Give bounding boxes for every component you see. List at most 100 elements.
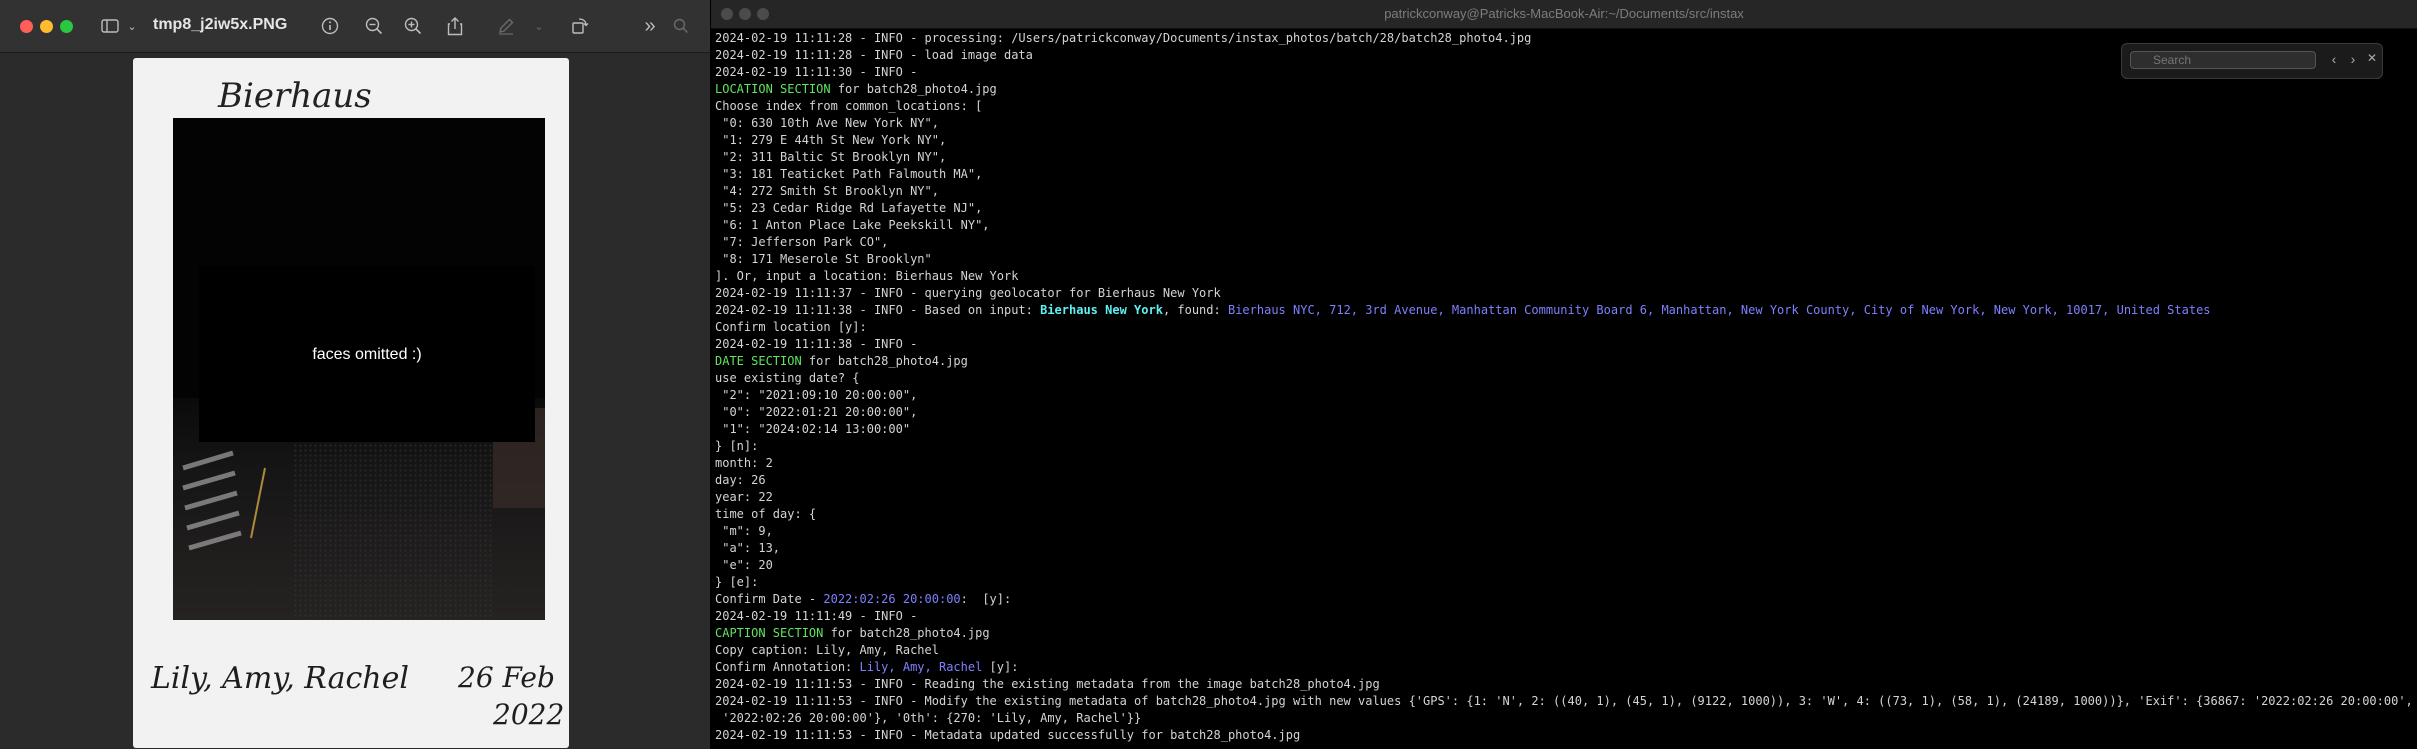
terminal-text: "a": 13, [715, 541, 781, 555]
more-icon[interactable]: » [638, 14, 662, 38]
find-next-icon[interactable]: › [2345, 51, 2361, 67]
terminal-text: Lily, Amy, Rachel [859, 660, 983, 674]
terminal-line: month: 2 [715, 455, 2415, 472]
terminal-line: "0: 630 10th Ave New York NY", [715, 115, 2415, 132]
chevron-down-icon[interactable]: ⌄ [120, 14, 144, 38]
terminal-line: LOCATION SECTION for batch28_photo4.jpg [715, 81, 2415, 98]
terminal-text: Copy caption: Lily, Amy, Rachel [715, 643, 939, 657]
terminal-text: "e": 20 [715, 558, 773, 572]
terminal-line: "0": "2022:01:21 20:00:00", [715, 404, 2415, 421]
rotate-icon[interactable] [568, 14, 592, 38]
markup-icon[interactable] [494, 14, 518, 38]
preview-titlebar: ⌄ tmp8_j2iw5x.PNG ⌄ » [0, 0, 710, 53]
find-previous-icon[interactable]: ‹ [2326, 51, 2342, 67]
terminal-line: Confirm Date - 2022:02:26 20:00:00: [y]: [715, 591, 2415, 608]
terminal-line: 2024-02-19 11:11:49 - INFO - [715, 608, 2415, 625]
terminal-text: [y]: [982, 660, 1019, 674]
terminal-titlebar: patrickconway@Patricks-MacBook-Air:~/Doc… [711, 0, 2417, 29]
terminal-text: '2022:02:26 20:00:00'}, '0th': {270: 'Li… [715, 711, 1142, 725]
terminal-text: "4: 272 Smith St Brooklyn NY", [715, 184, 939, 198]
terminal-text: : [y]: [960, 592, 1012, 606]
terminal-line: time of day: { [715, 506, 2415, 523]
handwritten-date-day-month: 26 Feb [458, 661, 555, 694]
terminal-text: for batch28_photo4.jpg [801, 354, 968, 368]
find-close-icon[interactable]: ✕ [2364, 51, 2380, 65]
terminal-text: 2024-02-19 11:11:38 - INFO - Based on in… [715, 303, 1041, 317]
terminal-text: 2022:02:26 20:00:00 [823, 592, 961, 606]
terminal-line: year: 22 [715, 489, 2415, 506]
zoom-out-icon[interactable] [362, 14, 386, 38]
terminal-line: "1": "2024:02:14 13:00:00" [715, 421, 2415, 438]
terminal-line: 2024-02-19 11:11:38 - INFO - Based on in… [715, 302, 2415, 319]
terminal-line: "4: 272 Smith St Brooklyn NY", [715, 183, 2415, 200]
minimize-button[interactable] [40, 20, 53, 33]
terminal-text: DATE SECTION [715, 354, 802, 368]
document-title: tmp8_j2iw5x.PNG [153, 16, 288, 33]
redaction-box: faces omitted :) [199, 266, 535, 442]
terminal-text: } [e]: [715, 575, 759, 589]
markup-chevron-icon[interactable]: ⌄ [527, 14, 551, 38]
terminal-text: 2024-02-19 11:11:53 - INFO - Modify the … [715, 694, 2415, 708]
terminal-text: 2024-02-19 11:11:37 - INFO - querying ge… [715, 286, 1221, 300]
terminal-window: patrickconway@Patricks-MacBook-Air:~/Doc… [711, 0, 2417, 749]
terminal-text: ]. Or, input a location: Bierhaus New Yo… [715, 269, 1019, 283]
terminal-text: Confirm Annotation: [715, 660, 860, 674]
zoom-in-icon[interactable] [401, 14, 425, 38]
terminal-text: , found: [1162, 303, 1228, 317]
find-bar: ⌕ ‹ › ✕ [2121, 43, 2383, 79]
terminal-output[interactable]: 2024-02-19 11:11:28 - INFO - processing:… [715, 30, 2415, 744]
handwritten-names: Lily, Amy, Rachel [151, 661, 409, 696]
terminal-line: "8: 171 Meserole St Brooklyn" [715, 251, 2415, 268]
terminal-line: ]. Or, input a location: Bierhaus New Yo… [715, 268, 2415, 285]
terminal-line: "5: 23 Cedar Ridge Rd Lafayette NJ", [715, 200, 2415, 217]
image-viewer: Bierhaus faces omitted:) Lily, Amy, Rac… [0, 53, 710, 749]
terminal-line: 2024-02-19 11:11:53 - INFO - Reading the… [715, 676, 2415, 693]
terminal-text: "2: 311 Baltic St Brooklyn NY", [715, 150, 947, 164]
terminal-text: month: 2 [715, 456, 773, 470]
search-input[interactable] [2130, 51, 2316, 69]
terminal-text: "3: 181 Teaticket Path Falmouth MA", [715, 167, 983, 181]
terminal-text: } [n]: [715, 439, 759, 453]
terminal-text: Confirm location [y]: [715, 320, 867, 334]
preview-window: ⌄ tmp8_j2iw5x.PNG ⌄ » Bierhaus faces omi… [0, 0, 710, 749]
terminal-line: Confirm location [y]: [715, 319, 2415, 336]
terminal-text: for batch28_photo4.jpg [830, 82, 997, 96]
terminal-text: "5: 23 Cedar Ridge Rd Lafayette NJ", [715, 201, 983, 215]
share-icon[interactable] [443, 14, 467, 38]
terminal-line: Copy caption: Lily, Amy, Rachel [715, 642, 2415, 659]
terminal-text: 2024-02-19 11:11:30 - INFO - [715, 65, 918, 79]
terminal-text: time of day: { [715, 507, 817, 521]
terminal-text: Bierhaus New York [1040, 303, 1163, 317]
instax-photo: Bierhaus faces omitted:) Lily, Amy, Rac… [133, 58, 569, 748]
terminal-text: 2024-02-19 11:11:28 - INFO - load image … [715, 48, 1033, 62]
terminal-text: LOCATION SECTION [715, 82, 831, 96]
terminal-text: CAPTION SECTION [715, 626, 824, 640]
terminal-text: Bierhaus NYC, 712, 3rd Avenue, Manhattan… [1227, 303, 2211, 317]
info-icon[interactable] [318, 14, 342, 38]
terminal-line: } [e]: [715, 574, 2415, 591]
terminal-line: DATE SECTION for batch28_photo4.jpg [715, 353, 2415, 370]
zoom-button[interactable] [60, 20, 73, 33]
handwritten-location: Bierhaus [218, 76, 372, 116]
terminal-line: "e": 20 [715, 557, 2415, 574]
terminal-line: Choose index from common_locations: [ [715, 98, 2415, 115]
terminal-text: 2024-02-19 11:11:49 - INFO - [715, 609, 918, 623]
terminal-line: "3: 181 Teaticket Path Falmouth MA", [715, 166, 2415, 183]
terminal-text: "1: 279 E 44th St New York NY", [715, 133, 947, 147]
terminal-text: Confirm Date - [715, 592, 824, 606]
photo-area: faces omitted :) [173, 118, 545, 620]
terminal-text: "m": 9, [715, 524, 773, 538]
terminal-line: "m": 9, [715, 523, 2415, 540]
terminal-line: "1: 279 E 44th St New York NY", [715, 132, 2415, 149]
close-button[interactable] [20, 20, 33, 33]
terminal-line: '2022:02:26 20:00:00'}, '0th': {270: 'Li… [715, 710, 2415, 727]
terminal-line: "2: 311 Baltic St Brooklyn NY", [715, 149, 2415, 166]
terminal-text: 2024-02-19 11:11:53 - INFO - Reading the… [715, 677, 1380, 691]
terminal-line: 2024-02-19 11:11:53 - INFO - Modify the … [715, 693, 2415, 710]
sidebar-icon[interactable] [98, 14, 122, 38]
terminal-title: patrickconway@Patricks-MacBook-Air:~/Doc… [1384, 6, 1744, 21]
redaction-label: faces omitted :) [312, 346, 422, 363]
terminal-line: 2024-02-19 11:11:53 - INFO - Metadata up… [715, 727, 2415, 744]
terminal-text: 2024-02-19 11:11:28 - INFO - processing:… [715, 31, 1532, 45]
search-icon[interactable] [669, 14, 693, 38]
